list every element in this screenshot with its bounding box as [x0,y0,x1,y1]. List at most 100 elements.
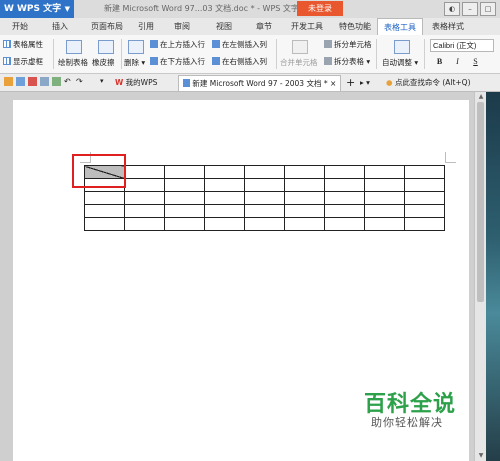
insert-row-above-button[interactable]: 在上方插入行 [150,39,205,50]
table-cell[interactable] [284,165,325,179]
undo-icon[interactable]: ↶ [64,77,73,86]
table-cell[interactable] [404,204,445,218]
wps-menu-button[interactable]: W WPS 文字 ▼ [0,0,74,18]
tab-scroll-buttons[interactable]: ▸ ▾ [360,75,370,90]
table-cell[interactable] [204,217,245,231]
table-cell[interactable] [124,217,165,231]
split-cells-button[interactable]: 拆分单元格 [324,39,372,50]
chevron-down-icon[interactable]: ▾ [100,77,109,86]
skin-icon[interactable]: ◐ [444,2,460,16]
tab-section[interactable]: 章节 [250,18,278,35]
print-icon[interactable] [40,77,49,86]
preview-icon[interactable] [52,77,61,86]
tab-table-styles[interactable]: 表格样式 [425,18,471,35]
open-icon[interactable] [16,77,25,86]
table-cell[interactable] [284,191,325,205]
table-cell[interactable] [244,191,285,205]
table-cell[interactable] [284,204,325,218]
tab-insert[interactable]: 插入 [42,18,78,35]
quick-access-bar: ↶ ↷ ▾ W 我的WPS 新建 Microsoft Word 97 - 200… [0,74,500,92]
tab-table-tools[interactable]: 表格工具 [377,18,423,36]
eraser-icon[interactable] [98,40,114,54]
insert-row-below-button[interactable]: 在下方插入行 [150,56,205,67]
add-tab-button[interactable]: + [346,75,355,90]
table-cell[interactable] [204,178,245,192]
minimize-icon[interactable]: – [462,2,478,16]
autofit-button[interactable]: 自动调整 ▾ [382,57,418,68]
table-cell[interactable] [364,165,405,179]
split-table-button[interactable]: 拆分表格 ▾ [324,56,370,67]
tab-view[interactable]: 视图 [210,18,238,35]
table-cell[interactable] [324,204,365,218]
table-cell[interactable] [364,204,405,218]
tab-home[interactable]: 开始 [2,18,38,35]
table-cell[interactable] [244,204,285,218]
table-cell[interactable] [364,217,405,231]
table-cell[interactable] [164,178,205,192]
scrollbar-thumb[interactable] [477,102,484,302]
table-cell[interactable] [364,191,405,205]
table-cell[interactable] [284,217,325,231]
save-icon[interactable] [28,77,37,86]
delete-button[interactable]: 删除 ▾ [124,57,145,68]
show-gridlines-button[interactable]: 显示虚框 [3,56,43,67]
table-cell[interactable] [404,165,445,179]
font-name-select[interactable]: Calibri (正文) [430,39,494,52]
table-cell[interactable] [364,178,405,192]
table-cell[interactable] [124,204,165,218]
draw-table-button[interactable]: 绘制表格 [58,57,88,68]
insert-row-above-icon [150,40,158,48]
tab-references[interactable]: 引用 [132,18,160,35]
table-cell[interactable] [244,178,285,192]
tab-developer[interactable]: 开发工具 [284,18,330,35]
insert-column-left-button[interactable]: 在左侧插入列 [212,39,267,50]
document-table[interactable] [84,165,445,231]
table-cell[interactable] [164,191,205,205]
tab-page-layout[interactable]: 页面布局 [82,18,132,35]
table-cell[interactable] [124,178,165,192]
tab-document[interactable]: 新建 Microsoft Word 97 - 2003 文档 * × [178,75,342,91]
tab-review[interactable]: 审阅 [168,18,196,35]
tab-special-features[interactable]: 特色功能 [332,18,378,35]
strikethrough-button[interactable]: S [470,56,481,67]
table-cell[interactable] [204,165,245,179]
table-cell[interactable] [324,165,365,179]
table-cell[interactable] [84,217,125,231]
italic-button[interactable]: I [452,56,463,67]
delete-table-icon[interactable] [128,40,144,54]
table-cell[interactable] [204,191,245,205]
bold-button[interactable]: B [434,56,445,67]
close-icon[interactable]: × [330,79,336,88]
table-cell[interactable] [164,217,205,231]
table-cell[interactable] [324,178,365,192]
table-properties-button[interactable]: 表格属性 [3,39,43,50]
new-doc-icon[interactable] [4,77,13,86]
table-cell[interactable] [84,204,125,218]
maximize-icon[interactable]: □ [480,2,496,16]
tab-my-wps[interactable]: W 我的WPS [115,75,157,90]
table-cell[interactable] [324,191,365,205]
login-button[interactable]: 未登录 [297,1,343,16]
insert-column-right-button[interactable]: 在右侧插入列 [212,56,267,67]
table-cell[interactable] [204,204,245,218]
table-cell[interactable] [284,178,325,192]
scroll-up-icon[interactable]: ▲ [477,93,485,101]
table-cell[interactable] [244,217,285,231]
table-cell[interactable] [324,217,365,231]
table-cell[interactable] [244,165,285,179]
table-cell[interactable] [404,217,445,231]
table-cell[interactable] [404,178,445,192]
eraser-button[interactable]: 橡皮擦 [92,57,115,68]
table-cell[interactable] [404,191,445,205]
redo-icon[interactable]: ↷ [76,77,85,86]
table-cell[interactable] [84,191,125,205]
autofit-icon[interactable] [394,40,410,54]
table-cell[interactable] [164,204,205,218]
command-search[interactable]: ● 点此查找命令 (Alt+Q) [386,75,471,90]
table-cell[interactable] [124,191,165,205]
table-cell[interactable] [164,165,205,179]
table-cell[interactable] [124,165,165,179]
pencil-icon[interactable] [66,40,82,54]
scroll-down-icon[interactable]: ▼ [477,452,485,460]
merge-cells-button[interactable]: 合并单元格 [280,57,318,68]
